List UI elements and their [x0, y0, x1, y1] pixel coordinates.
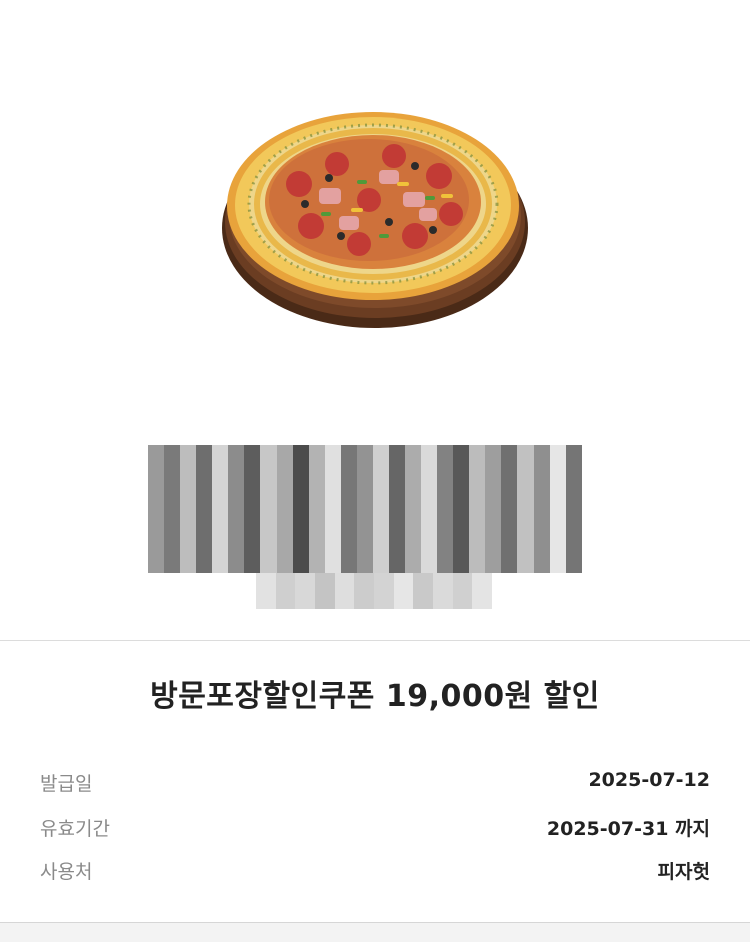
barcode-pixel: [356, 445, 373, 573]
validity-label: 유효기간: [40, 818, 110, 840]
coupon-title: 방문포장할인쿠폰 19,000원 할인: [150, 679, 600, 714]
barcode-pixel: [453, 445, 470, 573]
barcode-pixel: [469, 445, 486, 573]
barcode-pixel: [354, 573, 374, 609]
store-label: 사용처: [40, 861, 93, 883]
barcode-pixel: [228, 445, 245, 573]
barcode-pixel: [373, 573, 394, 609]
barcode-pixel: [340, 445, 357, 573]
store-value: 피자헛: [657, 861, 710, 883]
barcode-pixel: [212, 445, 229, 573]
barcode-pixel: [276, 445, 293, 573]
info-row-store: 사용처 피자헛: [40, 857, 710, 891]
barcode-pixel: [260, 445, 277, 573]
barcode-pixel: [292, 445, 309, 573]
barcode-pixel: [324, 445, 341, 573]
barcode-pixel: [413, 573, 433, 609]
barcode-pixel: [164, 445, 181, 573]
barcode-pixel: [501, 445, 518, 573]
issue-date-value: 2025-07-12: [588, 769, 710, 791]
pizza-image: [222, 112, 528, 328]
barcode-pixel: [334, 573, 355, 609]
barcode-pixel: [148, 445, 165, 573]
barcode-pixel: [421, 445, 438, 573]
barcode-number: [256, 573, 492, 609]
barcode-bars: [148, 445, 582, 573]
barcode-pixel: [452, 573, 473, 609]
barcode-pixel: [308, 445, 325, 573]
barcode-pixel: [517, 445, 534, 573]
barcode-pixel: [295, 573, 315, 609]
barcode-pixel: [196, 445, 213, 573]
barcode-pixel: [275, 573, 296, 609]
barcode-pixel: [393, 573, 414, 609]
coupon-page: 방문포장할인쿠폰 19,000원 할인 발급일 2025-07-12 유효기간 …: [0, 0, 750, 942]
barcode-pixel: [256, 573, 276, 609]
bottom-strip: [0, 923, 750, 942]
barcode-pixel: [244, 445, 261, 573]
barcode-pixel: [432, 573, 453, 609]
barcode-pixel: [549, 445, 566, 573]
barcode-pixel: [565, 445, 582, 573]
info-row-validity: 유효기간 2025-07-31 까지: [40, 814, 710, 848]
barcode-pixel: [388, 445, 405, 573]
barcode-pixel: [314, 573, 335, 609]
barcode-pixel: [472, 573, 492, 609]
info-row-issue-date: 발급일 2025-07-12: [40, 769, 710, 803]
barcode-pixel: [372, 445, 389, 573]
barcode-pixel: [180, 445, 197, 573]
barcode-pixel: [533, 445, 550, 573]
validity-value: 2025-07-31 까지: [546, 818, 710, 840]
barcode-pixel: [437, 445, 454, 573]
barcode-pixel: [405, 445, 422, 573]
barcode-image: [148, 445, 588, 615]
coupon-info-panel: 방문포장할인쿠폰 19,000원 할인 발급일 2025-07-12 유효기간 …: [0, 641, 750, 923]
product-image-area: [0, 0, 750, 440]
barcode-pixel: [485, 445, 502, 573]
issue-date-label: 발급일: [40, 773, 93, 795]
